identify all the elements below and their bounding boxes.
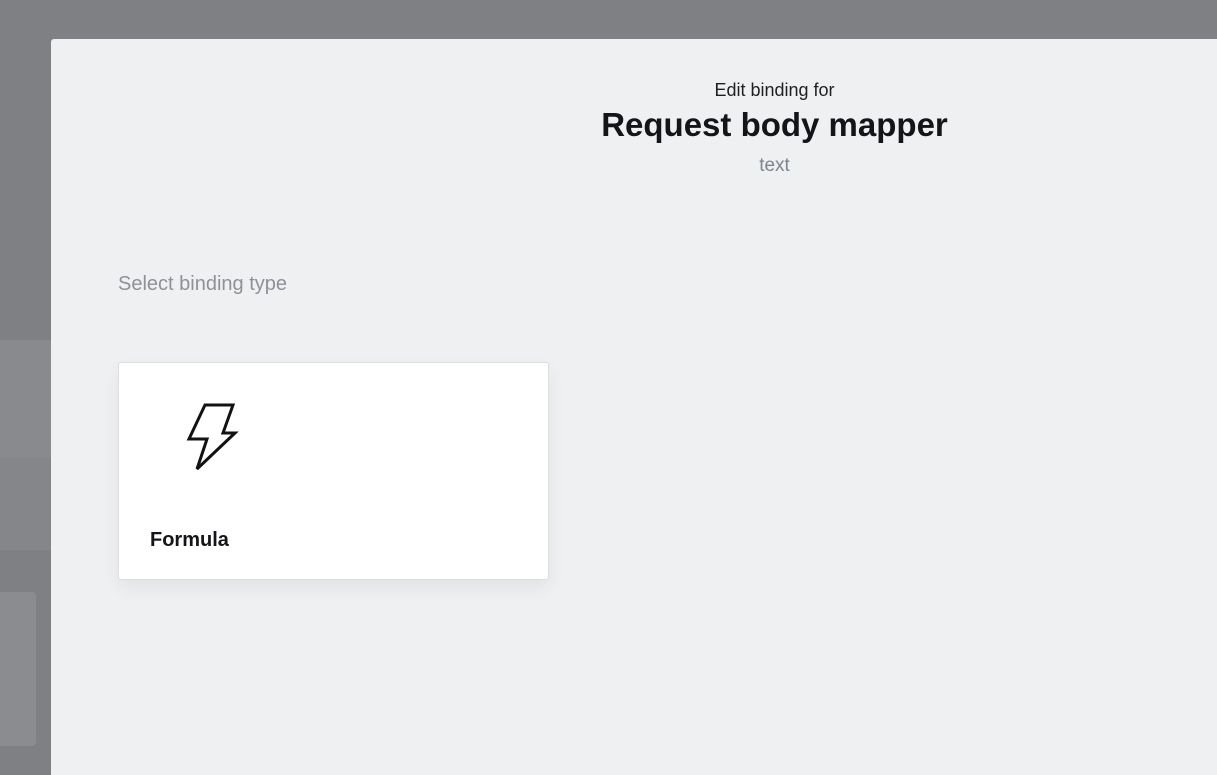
modal-eyebrow: Edit binding for <box>714 80 835 100</box>
section-label: Select binding type <box>118 273 288 295</box>
binding-type-formula-card[interactable]: Formula <box>118 362 549 580</box>
background-card <box>0 592 36 746</box>
background-panel <box>0 340 52 458</box>
lightning-bolt-icon <box>186 403 239 471</box>
binding-type-label: Formula <box>150 529 229 551</box>
edit-binding-modal: Edit binding for Request body mapper tex… <box>51 39 1217 775</box>
background-panel <box>0 458 52 550</box>
modal-title: Request body mapper <box>601 106 948 143</box>
modal-subtitle: text <box>759 155 790 176</box>
